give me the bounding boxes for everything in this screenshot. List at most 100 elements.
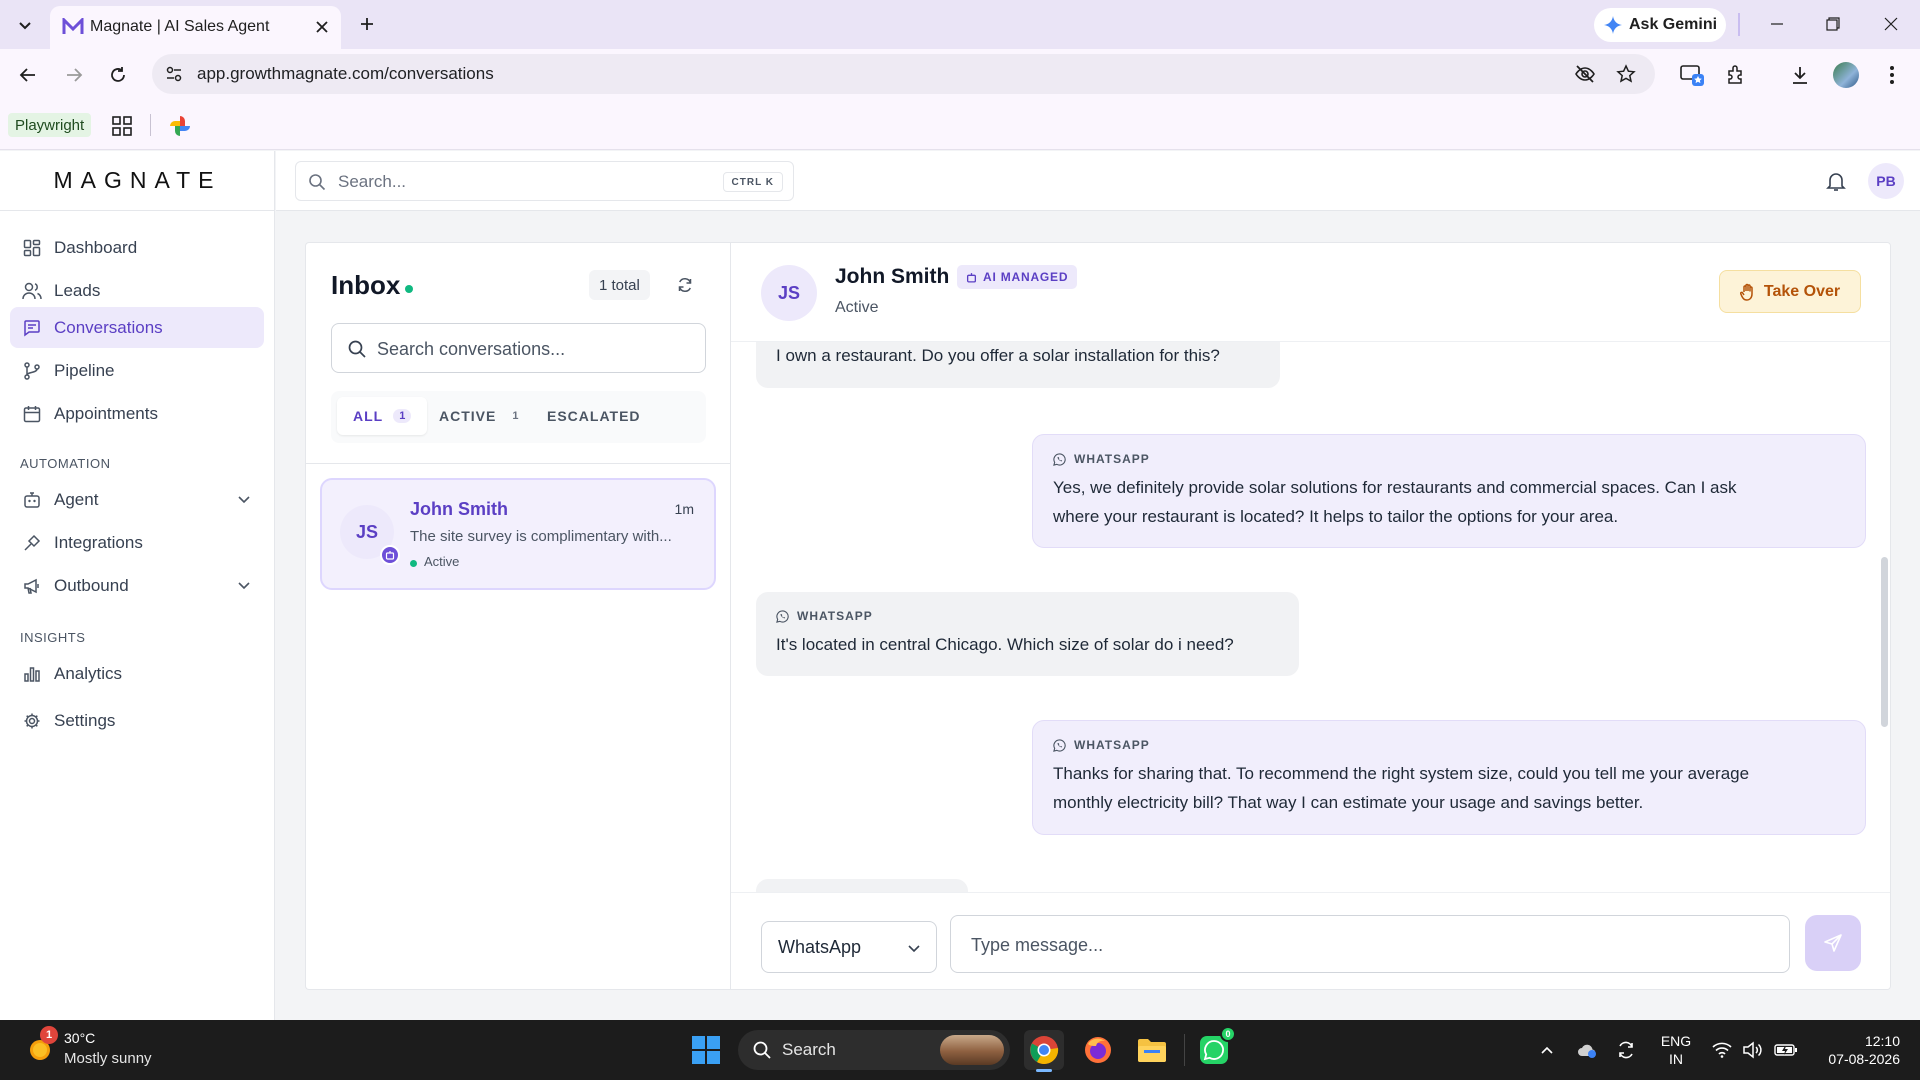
- send-icon: [1824, 934, 1842, 952]
- site-info-button[interactable]: [160, 60, 188, 88]
- taskbar-app-firefox[interactable]: [1078, 1030, 1118, 1070]
- browser-menu-button[interactable]: [1876, 59, 1908, 91]
- message-text: It's located in central Chicago. Which s…: [776, 635, 1234, 654]
- conversation-search-input[interactable]: [377, 337, 687, 361]
- cast-button[interactable]: [1676, 59, 1708, 91]
- tracking-protection-button[interactable]: [1571, 60, 1599, 88]
- reload-button[interactable]: [102, 59, 134, 91]
- sync-tray-button[interactable]: [1614, 1038, 1638, 1062]
- search-icon: [309, 174, 326, 191]
- taskbar-app-whatsapp[interactable]: 0: [1194, 1026, 1236, 1070]
- bookmarks-divider: [150, 114, 151, 136]
- message-channel-label: WHATSAPP: [1074, 738, 1150, 752]
- minimize-window-button[interactable]: [1758, 9, 1796, 39]
- contact-name: John Smith: [835, 265, 950, 288]
- refresh-button[interactable]: [674, 274, 696, 296]
- message-scrollbar[interactable]: [1881, 557, 1888, 727]
- speaker-icon: [1743, 1041, 1762, 1059]
- magnate-logo[interactable]: MAGNATE: [0, 151, 275, 211]
- windows-start-icon[interactable]: [690, 1034, 722, 1066]
- wifi-tray-button[interactable]: [1710, 1038, 1734, 1062]
- conversation-time: 1m: [674, 501, 694, 517]
- restore-window-button[interactable]: [1814, 9, 1852, 39]
- user-avatar[interactable]: PB: [1868, 163, 1904, 199]
- back-button[interactable]: [12, 59, 44, 91]
- sidebar-item-agent[interactable]: Agent: [10, 479, 264, 520]
- active-app-indicator: [1036, 1069, 1052, 1072]
- filter-tab-label: ALL: [353, 408, 384, 424]
- google-photos-icon[interactable]: [168, 114, 192, 138]
- message-composer: WhatsApp: [731, 892, 1890, 989]
- filter-tab-active[interactable]: ACTIVE 1: [423, 397, 540, 435]
- sidebar-item-pipeline[interactable]: Pipeline: [10, 350, 264, 391]
- star-icon: [1616, 64, 1636, 83]
- message-text: I own a restaurant. Do you offer a solar…: [776, 346, 1220, 365]
- taskbar-search[interactable]: Search: [738, 1030, 1010, 1070]
- sidebar-item-label: Agent: [54, 489, 99, 509]
- reload-icon: [111, 67, 125, 82]
- ai-managed-badge: AI MANAGED: [957, 265, 1078, 289]
- taskbar-divider: [1184, 1034, 1185, 1066]
- conversation-search[interactable]: [331, 323, 706, 373]
- sidebar-item-label: Appointments: [54, 403, 158, 423]
- puzzle-icon: [1728, 65, 1742, 84]
- bookmark-star-button[interactable]: [1612, 60, 1640, 88]
- show-hidden-icons-button[interactable]: [1535, 1038, 1559, 1062]
- bell-icon[interactable]: [1824, 169, 1848, 193]
- filter-tab-all[interactable]: ALL 1: [337, 397, 428, 435]
- global-search[interactable]: CTRL K: [295, 161, 794, 201]
- sidebar-item-dashboard[interactable]: Dashboard: [10, 227, 264, 268]
- profile-button[interactable]: [1830, 59, 1862, 91]
- arrow-left-icon: [19, 68, 35, 82]
- filter-tab-label: ACTIVE: [439, 408, 497, 424]
- system-clock[interactable]: 12:10 07-08-2026: [1812, 1032, 1900, 1068]
- apps-grid-icon[interactable]: [110, 114, 134, 138]
- inbox-panel: Inbox 1 total ALL 1 ACTIVE 1 ESCALATED J…: [305, 242, 731, 990]
- minimize-icon: [1771, 23, 1783, 25]
- forward-button[interactable]: [58, 59, 90, 91]
- browser-tab[interactable]: Magnate | AI Sales Agent: [50, 6, 341, 49]
- take-over-button[interactable]: Take Over: [1719, 270, 1861, 313]
- tab-search-button[interactable]: [9, 9, 41, 41]
- global-search-input[interactable]: [338, 171, 678, 193]
- sidebar-item-leads[interactable]: Leads: [10, 270, 264, 311]
- close-tab-button[interactable]: [310, 15, 334, 39]
- weather-temperature: 30°C: [64, 1030, 96, 1046]
- tune-icon: [166, 66, 182, 82]
- onedrive-tray-button[interactable]: [1575, 1038, 1599, 1062]
- sidebar-item-settings[interactable]: Settings: [10, 700, 264, 741]
- battery-tray-button[interactable]: [1774, 1038, 1798, 1062]
- close-icon: [316, 21, 328, 33]
- conversation-item[interactable]: JS John Smith 1m The site survey is comp…: [320, 478, 716, 590]
- bookmark-playwright[interactable]: Playwright: [8, 113, 92, 137]
- search-highlight-image: [940, 1035, 1004, 1065]
- message-list: I own a restaurant. Do you offer a solar…: [731, 342, 1890, 892]
- filter-tab-escalated[interactable]: ESCALATED: [531, 397, 657, 435]
- sidebar-item-analytics[interactable]: Analytics: [10, 653, 264, 694]
- extensions-button[interactable]: [1720, 59, 1752, 91]
- search-icon: [753, 1041, 771, 1059]
- channel-select-value: WhatsApp: [778, 936, 862, 957]
- contact-avatar: JS: [761, 265, 817, 321]
- taskbar-app-chrome[interactable]: [1024, 1030, 1064, 1072]
- sidebar-item-outbound[interactable]: Outbound: [10, 565, 264, 606]
- downloads-button[interactable]: [1784, 59, 1816, 91]
- windows-taskbar: 1 30°C Mostly sunny Search 0 ENG IN 12:1…: [0, 1020, 1920, 1080]
- sidebar-item-integrations[interactable]: Integrations: [10, 522, 264, 563]
- address-bar[interactable]: app.growthmagnate.com/conversations: [152, 54, 1655, 94]
- browser-toolbar: app.growthmagnate.com/conversations: [0, 49, 1920, 100]
- taskbar-app-file-explorer[interactable]: [1132, 1030, 1172, 1070]
- close-window-button[interactable]: [1872, 9, 1910, 39]
- new-tab-button[interactable]: [352, 9, 382, 39]
- sync-icon: [1619, 1041, 1633, 1059]
- volume-tray-button[interactable]: [1740, 1038, 1764, 1062]
- sidebar-item-appointments[interactable]: Appointments: [10, 393, 264, 434]
- message-input[interactable]: [971, 932, 1771, 958]
- channel-select[interactable]: WhatsApp: [761, 921, 937, 973]
- sidebar-item-conversations[interactable]: Conversations: [10, 307, 264, 348]
- conversation-status: Active: [424, 554, 460, 569]
- message-channel-label: WHATSAPP: [1074, 452, 1150, 466]
- input-language-indicator[interactable]: ENG IN: [1660, 1032, 1692, 1068]
- ask-gemini-button[interactable]: Ask Gemini: [1594, 8, 1726, 42]
- send-button[interactable]: [1805, 915, 1861, 971]
